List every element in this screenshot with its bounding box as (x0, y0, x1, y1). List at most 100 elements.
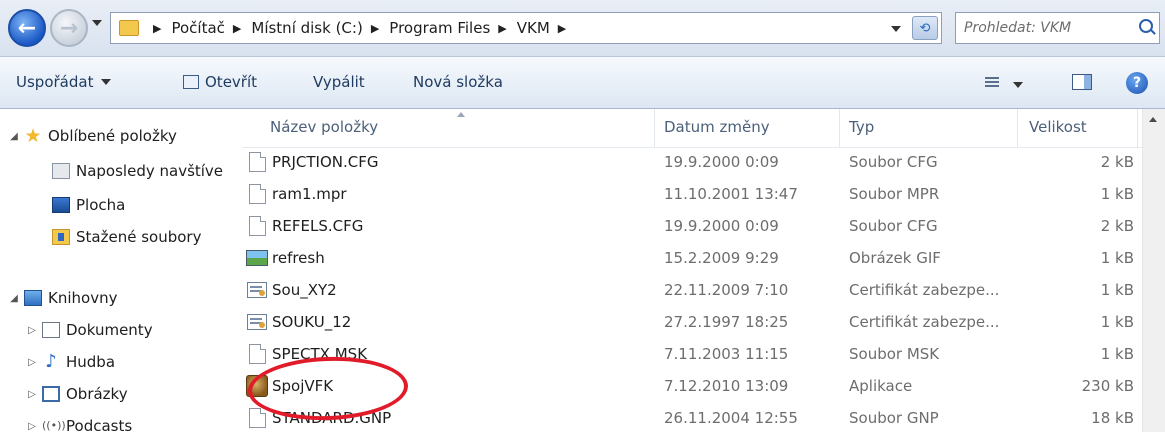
nav-item-podcasts[interactable]: ▷ ((•)) Podcasts (26, 411, 132, 441)
expanded-triangle-icon[interactable]: ◢ (8, 131, 20, 142)
nav-favorites[interactable]: ◢ ★ Oblíbené položky (8, 121, 177, 151)
recent-pages-dropdown[interactable] (92, 20, 102, 26)
nav-item-downloads[interactable]: Stažené soubory (52, 222, 201, 252)
nav-libraries[interactable]: ◢ Knihovny (8, 283, 117, 313)
chevron-right-icon: ▶ (232, 21, 242, 35)
column-header-row: Název položky Datum změny Typ Velikost (242, 109, 1142, 148)
breadcrumb-vkm[interactable]: VKM ▶ (517, 19, 577, 37)
breadcrumb-label: Program Files (389, 19, 491, 37)
nav-item-recent[interactable]: Naposledy navštíve (52, 156, 223, 186)
file-name: REFELS.CFG (272, 217, 364, 235)
breadcrumb-computer[interactable]: Počítač ▶ (171, 19, 251, 37)
file-type: Certifikát zabezpe... (849, 281, 1000, 299)
table-row[interactable]: Sou_XY2 22.11.2009 7:10 Certifikát zabez… (242, 274, 1142, 306)
file-size: 1 kB (1100, 345, 1134, 363)
navigation-pane: ◢ ★ Oblíbené položky Naposledy navštíve … (0, 109, 242, 435)
search-input[interactable]: Prohledat: VKM (955, 12, 1160, 44)
column-divider[interactable] (1137, 109, 1138, 147)
file-icon (249, 408, 266, 428)
open-icon (183, 75, 199, 89)
file-date: 19.9.2000 0:09 (664, 153, 779, 171)
file-date: 15.2.2009 9:29 (664, 249, 779, 267)
table-row[interactable]: SOUKU_12 27.2.1997 18:25 Certifikát zabe… (242, 306, 1142, 338)
documents-icon (42, 322, 60, 338)
table-row[interactable]: PRJCTION.CFG 19.9.2000 0:09 Soubor CFG 2… (242, 146, 1142, 178)
file-type: Soubor CFG (849, 153, 938, 171)
open-button[interactable]: Otevřít (183, 73, 257, 91)
forward-button[interactable]: → (50, 9, 88, 47)
help-icon[interactable]: ? (1126, 72, 1148, 94)
file-icon (249, 216, 266, 236)
nav-item-label: Hudba (66, 353, 116, 371)
file-type: Aplikace (849, 377, 913, 395)
table-row[interactable]: ram1.mpr 11.10.2001 13:47 Soubor MPR 1 k… (242, 178, 1142, 210)
chevron-right-icon: ▶ (370, 21, 380, 35)
file-type: Soubor CFG (849, 217, 938, 235)
file-date: 22.11.2009 7:10 (664, 281, 789, 299)
certificate-icon (247, 314, 267, 330)
column-header-type[interactable]: Typ (849, 118, 874, 136)
file-name: Sou_XY2 (272, 281, 337, 299)
music-note-icon: ♪ (45, 351, 57, 372)
file-size: 18 kB (1091, 409, 1134, 427)
burn-button[interactable]: Vypálit (313, 73, 365, 91)
certificate-icon (247, 282, 267, 298)
collapsed-triangle-icon[interactable]: ▷ (26, 357, 38, 368)
vertical-scrollbar[interactable] (1142, 109, 1165, 432)
sort-ascending-icon (457, 112, 465, 117)
breadcrumb-separator[interactable]: ▶ (145, 22, 171, 35)
file-type: Soubor MPR (849, 185, 940, 203)
table-row[interactable]: REFELS.CFG 19.9.2000 0:09 Soubor CFG 2 k… (242, 210, 1142, 242)
column-divider[interactable] (1017, 109, 1018, 147)
nav-item-label: Oblíbené položky (48, 127, 177, 145)
new-folder-button[interactable]: Nová složka (413, 73, 503, 91)
file-type: Obrázek GIF (849, 249, 941, 267)
nav-item-label: Naposledy navštíve (76, 162, 224, 180)
file-type: Soubor MSK (849, 345, 940, 363)
path-bar[interactable]: ▶ Počítač ▶ Místní disk (C:) ▶ Program Fil… (110, 12, 942, 44)
nav-item-label: Knihovny (48, 289, 118, 307)
file-date: 7.12.2010 13:09 (664, 377, 789, 395)
file-name: PRJCTION.CFG (272, 153, 379, 171)
file-name: SOUKU_12 (272, 313, 352, 331)
file-size: 1 kB (1100, 313, 1134, 331)
breadcrumb-program-files[interactable]: Program Files ▶ (389, 19, 516, 37)
organize-button[interactable]: Uspořádat (16, 73, 112, 91)
back-button[interactable]: ← (8, 9, 46, 47)
table-row[interactable]: refresh 15.2.2009 9:29 Obrázek GIF 1 kB (242, 242, 1142, 274)
nav-item-label: Plocha (76, 196, 126, 214)
nav-item-documents[interactable]: ▷ Dokumenty (26, 315, 152, 345)
command-bar: Uspořádat Otevřít Vypálit Nová složka ? (0, 57, 1165, 109)
open-label: Otevřít (205, 73, 258, 91)
file-icon (249, 344, 266, 364)
refresh-button[interactable]: ⟲ (912, 16, 938, 40)
nav-item-desktop[interactable]: Plocha (52, 190, 125, 220)
nav-item-pictures[interactable]: ▷ Obrázky (26, 379, 127, 409)
breadcrumb-local-disk[interactable]: Místní disk (C:) ▶ (251, 19, 389, 37)
column-divider[interactable] (654, 109, 655, 147)
desktop-icon (52, 197, 70, 213)
column-header-size[interactable]: Velikost (1029, 118, 1087, 136)
preview-pane-icon[interactable] (1072, 74, 1092, 90)
chevron-down-icon[interactable] (891, 26, 901, 32)
nav-item-label: Stažené soubory (76, 228, 202, 246)
file-date: 7.11.2003 11:15 (664, 345, 789, 363)
chevron-down-icon[interactable] (1013, 82, 1023, 88)
view-options-icon[interactable] (985, 77, 999, 89)
scroll-up-icon[interactable] (1149, 117, 1157, 122)
expanded-triangle-icon[interactable]: ◢ (8, 293, 20, 304)
file-icon (249, 152, 266, 172)
column-header-date[interactable]: Datum změny (664, 118, 770, 136)
column-header-name[interactable]: Název položky (270, 118, 378, 136)
breadcrumb-label: Místní disk (C:) (251, 19, 363, 37)
nav-item-music[interactable]: ▷ ♪ Hudba (26, 347, 115, 377)
file-date: 11.10.2001 13:47 (664, 185, 798, 203)
collapsed-triangle-icon[interactable]: ▷ (26, 421, 38, 432)
search-icon[interactable] (1139, 19, 1153, 33)
collapsed-triangle-icon[interactable]: ▷ (26, 325, 38, 336)
collapsed-triangle-icon[interactable]: ▷ (26, 389, 38, 400)
file-date: 26.11.2004 12:55 (664, 409, 798, 427)
column-divider[interactable] (839, 109, 840, 147)
library-icon (24, 290, 42, 306)
burn-label: Vypálit (313, 73, 365, 91)
